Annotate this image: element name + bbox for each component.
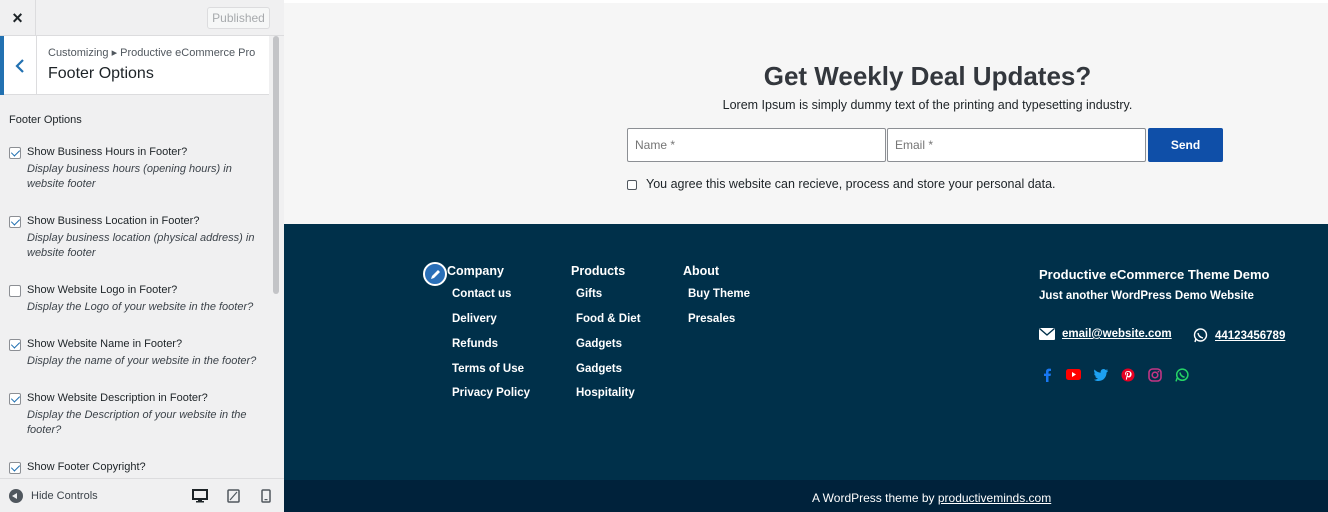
footer-email: email@website.com xyxy=(1039,328,1172,340)
option-description: Display the Logo of your website in the … xyxy=(27,301,254,313)
section-title: Footer Options xyxy=(48,65,154,82)
pencil-icon xyxy=(430,269,440,279)
option-description: Display the Description of your website … xyxy=(27,409,247,436)
sidebar-scrollbar[interactable] xyxy=(269,36,284,478)
desktop-icon[interactable] xyxy=(192,489,208,508)
social-icons xyxy=(1039,367,1189,382)
controls-panel: Footer Options Show Business Hours in Fo… xyxy=(0,95,269,478)
instagram-icon[interactable] xyxy=(1147,367,1162,382)
footer-site-title: Productive eCommerce Theme Demo xyxy=(1039,267,1270,282)
footer-link[interactable]: Gadgets xyxy=(576,338,622,350)
chevron-left-icon xyxy=(15,58,24,73)
whatsapp-phone-icon xyxy=(1193,328,1208,343)
option-label: Show Website Logo in Footer? xyxy=(27,284,178,296)
whatsapp-icon[interactable] xyxy=(1174,367,1189,382)
option-label: Show Footer Copyright? xyxy=(27,461,146,473)
footer-link[interactable]: Buy Theme xyxy=(688,288,750,300)
option-label: Show Website Description in Footer? xyxy=(27,392,208,404)
customizer-footer: Hide Controls xyxy=(0,478,284,512)
credit-link[interactable]: productiveminds.com xyxy=(938,491,1051,505)
customizer-header: × Published xyxy=(0,0,284,36)
customizer-sidebar: × Published Customizing ▸ Productive eCo… xyxy=(0,0,284,512)
email-input[interactable] xyxy=(887,128,1146,162)
name-input[interactable] xyxy=(627,128,886,162)
send-button[interactable]: Send xyxy=(1148,128,1223,162)
close-icon: × xyxy=(12,7,23,28)
envelope-icon xyxy=(1039,328,1055,340)
facebook-icon[interactable] xyxy=(1039,367,1054,382)
checkbox-footer-copyright[interactable] xyxy=(9,462,21,474)
checkbox-website-name[interactable] xyxy=(9,339,21,351)
youtube-icon[interactable] xyxy=(1066,367,1081,382)
option-description: Display business hours (opening hours) i… xyxy=(27,163,232,190)
newsletter-title: Get Weekly Deal Updates? xyxy=(763,61,1092,91)
edit-shortcut-button[interactable] xyxy=(423,262,447,286)
footer-link[interactable]: Refunds xyxy=(452,338,498,350)
footer-link[interactable]: Gifts xyxy=(576,288,602,300)
collapse-icon xyxy=(9,489,23,503)
footer-column-title-products: Products xyxy=(571,264,626,278)
checkbox-business-location[interactable] xyxy=(9,216,21,228)
agree-label: You agree this website can recieve, proc… xyxy=(646,177,1056,191)
pinterest-icon[interactable] xyxy=(1120,367,1135,382)
checkbox-website-description[interactable] xyxy=(9,393,21,405)
back-button[interactable] xyxy=(0,36,37,95)
footer-link[interactable]: Privacy Policy xyxy=(452,387,530,399)
footer-link[interactable]: Presales xyxy=(688,313,735,325)
footer-site-description: Just another WordPress Demo Website xyxy=(1039,290,1254,302)
option-label: Show Website Name in Footer? xyxy=(27,338,183,350)
option-label: Show Business Hours in Footer? xyxy=(27,146,188,158)
scrollbar-thumb[interactable] xyxy=(273,36,279,294)
published-button[interactable]: Published xyxy=(207,7,270,29)
checkbox-website-logo[interactable] xyxy=(9,285,21,297)
footer-link[interactable]: Terms of Use xyxy=(452,363,524,375)
section-header: Customizing ▸ Productive eCommerce Pro F… xyxy=(0,36,269,95)
footer-phone: 44123456789 xyxy=(1193,328,1285,343)
footer-column-title-company: Company xyxy=(447,264,504,278)
site-preview: Get Weekly Deal Updates? Lorem Ipsum is … xyxy=(284,0,1328,512)
breadcrumb: Customizing ▸ Productive eCommerce Pro xyxy=(48,47,256,59)
mobile-icon[interactable] xyxy=(261,489,271,508)
theme-credit: A WordPress theme by productiveminds.com xyxy=(812,491,1051,505)
newsletter-subtitle: Lorem Ipsum is simply dummy text of the … xyxy=(722,98,1133,112)
hide-controls-label: Hide Controls xyxy=(31,490,98,502)
footer-column-title-about: About xyxy=(683,264,720,278)
twitter-icon[interactable] xyxy=(1093,367,1108,382)
option-description: Display business location (physical addr… xyxy=(27,232,255,259)
hide-controls-button[interactable]: Hide Controls xyxy=(9,479,98,512)
checkbox-business-hours[interactable] xyxy=(9,147,21,159)
footer-link[interactable]: Gadgets xyxy=(576,363,622,375)
option-description: Display the name of your website in the … xyxy=(27,355,257,367)
footer-link[interactable]: Food & Diet xyxy=(576,313,641,325)
tablet-icon[interactable] xyxy=(227,489,240,508)
agree-checkbox[interactable] xyxy=(627,180,637,190)
footer-link[interactable]: Hospitality xyxy=(576,387,635,399)
phone-link[interactable]: 44123456789 xyxy=(1215,330,1285,342)
footer-link[interactable]: Contact us xyxy=(452,288,511,300)
controls-title: Footer Options xyxy=(9,114,82,126)
footer-bottom-bar: A WordPress theme by productiveminds.com xyxy=(284,480,1328,512)
footer-link[interactable]: Delivery xyxy=(452,313,497,325)
site-footer: Company Contact us Delivery Refunds Term… xyxy=(284,224,1328,480)
newsletter-section: Get Weekly Deal Updates? Lorem Ipsum is … xyxy=(284,0,1328,224)
email-link[interactable]: email@website.com xyxy=(1062,328,1172,340)
option-label: Show Business Location in Footer? xyxy=(27,215,200,227)
close-customizer-button[interactable]: × xyxy=(0,0,36,36)
credit-prefix: A WordPress theme by xyxy=(812,491,935,505)
